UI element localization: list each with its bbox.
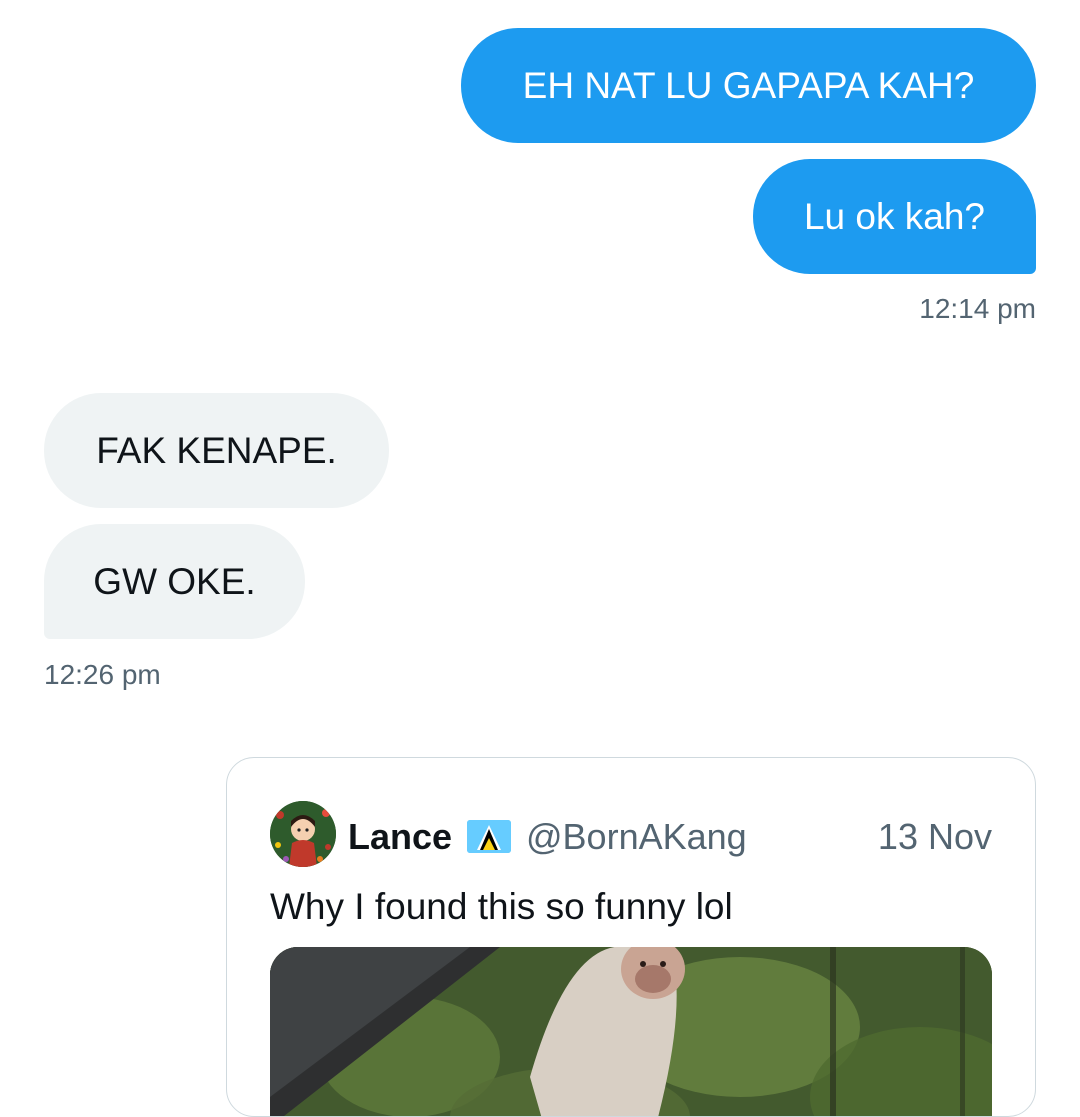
saint-lucia-flag-icon — [467, 820, 511, 853]
sent-message-bubble[interactable]: EH NAT LU GAPAPA KAH? — [461, 28, 1036, 143]
message-timestamp: 12:26 pm — [44, 659, 161, 690]
shared-tweet-card[interactable]: Lance @BornAKang 13 Nov Why I found this… — [226, 757, 1036, 1117]
tweet-author-handle[interactable]: @BornAKang — [526, 816, 747, 858]
user-avatar[interactable] — [270, 801, 336, 867]
received-message-bubble[interactable]: FAK KENAPE. — [44, 393, 389, 508]
tweet-date[interactable]: 13 Nov — [878, 816, 992, 858]
received-message-bubble[interactable]: GW OKE. — [44, 524, 305, 639]
tweet-video-thumbnail[interactable] — [270, 947, 992, 1116]
tweet-text: Why I found this so funny lol — [270, 886, 733, 927]
sent-message-bubble[interactable]: Lu ok kah? — [753, 159, 1036, 274]
tweet-author-name[interactable]: Lance — [348, 816, 452, 858]
message-timestamp: 12:14 pm — [919, 293, 1036, 324]
